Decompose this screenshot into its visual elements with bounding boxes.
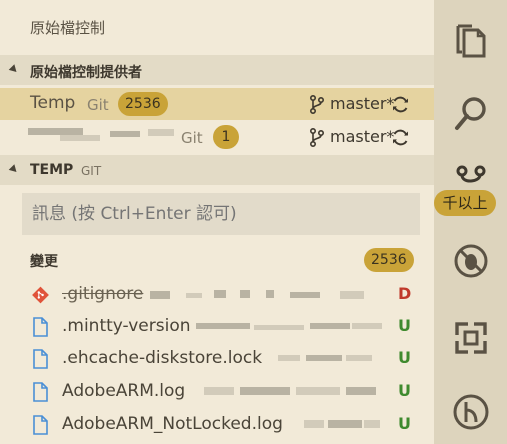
file-row[interactable]: .ehcache-diskstore.lock U bbox=[0, 343, 434, 375]
file-status: U bbox=[398, 316, 411, 335]
file-icon bbox=[33, 317, 48, 337]
changes-count-badge: 2536 bbox=[364, 248, 414, 272]
view-title: 原始檔控制 bbox=[30, 19, 106, 37]
file-name: AdobeARM_NotLocked.log bbox=[62, 414, 283, 434]
search-icon[interactable] bbox=[452, 94, 490, 134]
repository-count-badge: 2536 bbox=[118, 92, 168, 116]
file-status: U bbox=[398, 414, 411, 433]
providers-section-label: 原始檔控制提供者 bbox=[30, 65, 142, 81]
sync-icon[interactable] bbox=[391, 128, 410, 147]
repository-row-obscured[interactable]: Git 1 master* bbox=[0, 121, 434, 153]
repository-count-badge: 1 bbox=[213, 125, 239, 149]
providers-section-header[interactable]: 原始檔控制提供者 bbox=[0, 55, 434, 85]
chevron-down-icon bbox=[8, 164, 20, 175]
sync-icon[interactable] bbox=[391, 95, 410, 114]
repository-row-temp[interactable]: Temp Git 2536 master* bbox=[0, 88, 434, 120]
chevron-down-icon bbox=[8, 64, 20, 75]
temp-section-sub: GIT bbox=[81, 164, 102, 178]
changes-label: 變更 bbox=[30, 254, 58, 270]
file-name: .gitignore bbox=[62, 284, 144, 304]
repository-kind: Git bbox=[87, 96, 109, 114]
git-file-icon bbox=[32, 286, 49, 304]
file-row[interactable]: .gitignore D bbox=[0, 279, 434, 311]
file-icon bbox=[33, 382, 48, 402]
file-icon bbox=[33, 415, 48, 435]
file-status: U bbox=[398, 348, 411, 367]
file-name: AdobeARM.log bbox=[62, 381, 186, 401]
file-status: U bbox=[398, 381, 411, 400]
file-row[interactable]: AdobeARM_NotLocked.log U bbox=[0, 409, 434, 441]
temp-section-label: TEMP bbox=[30, 162, 74, 178]
source-control-badge: 千以上 bbox=[434, 190, 496, 216]
branch-label[interactable]: master* bbox=[330, 94, 394, 113]
temp-section-header[interactable]: TEMP GIT bbox=[0, 155, 434, 185]
branch-icon bbox=[310, 95, 325, 114]
file-row[interactable]: AdobeARM.log U bbox=[0, 376, 434, 408]
commit-message-input[interactable] bbox=[22, 193, 420, 235]
repository-name: Temp bbox=[30, 93, 76, 113]
file-icon bbox=[33, 349, 48, 369]
explorer-icon[interactable] bbox=[452, 22, 490, 62]
debug-icon[interactable] bbox=[452, 241, 490, 281]
activity-bar: 千以上 bbox=[434, 0, 507, 444]
file-name: .ehcache-diskstore.lock bbox=[62, 348, 263, 368]
file-name: .mintty-version bbox=[62, 316, 191, 336]
branch-label[interactable]: master* bbox=[330, 127, 394, 146]
file-status: D bbox=[398, 284, 412, 303]
file-row[interactable]: .mintty-version U bbox=[0, 311, 434, 343]
git-graph-icon[interactable] bbox=[452, 392, 490, 432]
repository-kind: Git bbox=[181, 129, 203, 147]
extensions-icon[interactable] bbox=[452, 318, 490, 358]
source-control-panel: 原始檔控制 原始檔控制提供者 Temp Git 2536 master* Git bbox=[0, 0, 434, 444]
branch-icon bbox=[310, 128, 325, 147]
